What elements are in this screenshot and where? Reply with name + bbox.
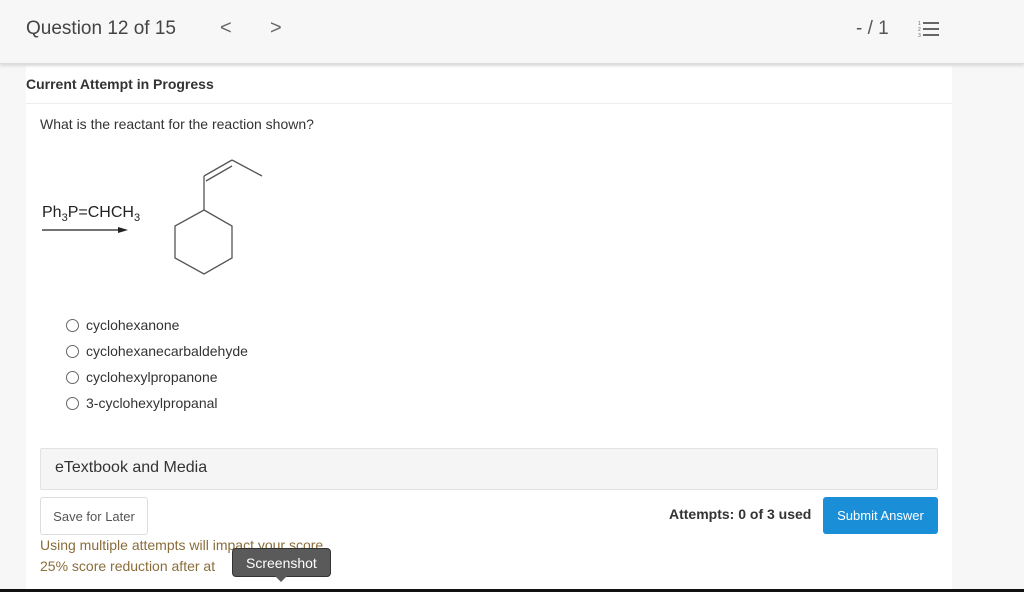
option-label: cyclohexanecarbaldehyde [86, 343, 248, 359]
product-structure [174, 159, 263, 275]
option-label: 3-cyclohexylpropanal [86, 395, 218, 411]
option-cyclohexanone[interactable]: cyclohexanone [66, 312, 248, 338]
score-reduction-note: 25% score reduction after at [40, 558, 216, 574]
option-label: cyclohexylpropanone [86, 369, 218, 385]
etextbook-label: eTextbook and Media [55, 459, 208, 476]
reagent-label: Ph3P=CHCH3 [42, 204, 140, 224]
radio-button[interactable] [66, 396, 79, 410]
option-3-cyclohexylpropanal[interactable]: 3-cyclohexylpropanal [66, 390, 248, 416]
option-cyclohexylpropanone[interactable]: cyclohexylpropanone [66, 364, 248, 390]
screenshot-tooltip: Screenshot [232, 548, 331, 582]
attempts-counter: Attempts: 0 of 3 used [669, 506, 812, 522]
etextbook-media-section[interactable]: eTextbook and Media [40, 448, 938, 490]
question-panel: Current Attempt in Progress What is the … [26, 66, 952, 592]
option-cyclohexanecarbaldehyde[interactable]: cyclohexanecarbaldehyde [66, 338, 248, 364]
arrow-head [118, 227, 128, 233]
radio-button[interactable] [66, 318, 79, 332]
radio-button[interactable] [66, 370, 79, 384]
top-bar: Question 12 of 15 < > - / 1 1 2 3 [0, 0, 1024, 64]
save-for-later-button[interactable]: Save for Later [40, 497, 148, 535]
answer-options: cyclohexanone cyclohexanecarbaldehyde cy… [66, 312, 248, 416]
submit-answer-button[interactable]: Submit Answer [823, 497, 938, 534]
chevron-right-icon[interactable]: > [270, 17, 282, 40]
svg-text:3: 3 [918, 33, 921, 38]
divider [26, 103, 952, 104]
question-counter: Question 12 of 15 [26, 18, 176, 39]
chevron-left-icon[interactable]: < [220, 17, 232, 40]
numbered-list-icon[interactable]: 1 2 3 [918, 20, 940, 38]
reaction-diagram: Ph3P=CHCH3 [42, 159, 263, 275]
score-display: - / 1 [856, 18, 889, 39]
question-text: What is the reactant for the reaction sh… [40, 116, 314, 132]
radio-button[interactable] [66, 344, 79, 358]
option-label: cyclohexanone [86, 317, 180, 333]
attempt-header: Current Attempt in Progress [26, 76, 214, 92]
